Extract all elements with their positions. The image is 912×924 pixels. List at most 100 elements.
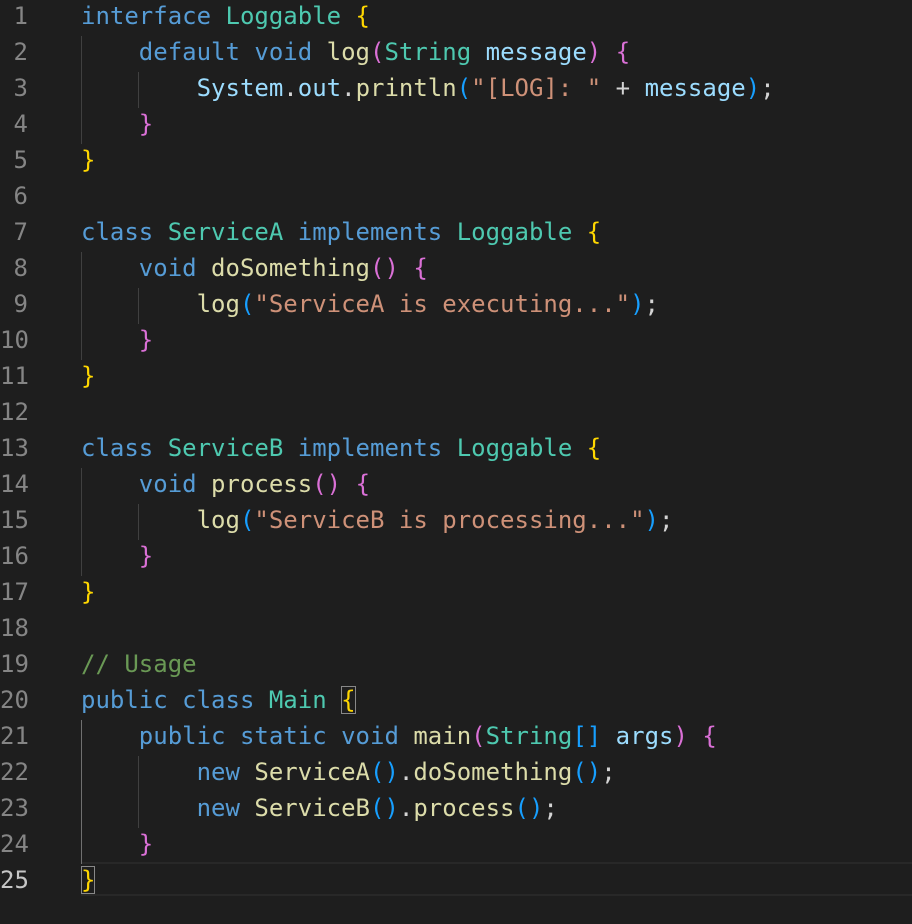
code-line[interactable]: 24 } [0,826,912,862]
code-line[interactable]: 6 [0,178,912,214]
code-line[interactable]: 5} [0,142,912,178]
line-number: 12 [0,398,29,426]
code-token: . [398,794,414,822]
line-code: log("ServiceA is executing..."); [81,286,659,322]
code-token: ; [659,506,674,534]
code-token: [] [572,722,602,750]
code-token: Main [268,686,327,714]
code-token: { [615,38,631,66]
code-line[interactable]: 19 // Usage [0,646,912,682]
line-number: 5 [13,146,28,174]
line-number: 14 [0,470,29,498]
code-token: ( [239,506,255,534]
line-code: } [81,574,95,610]
code-line[interactable]: 8 void doSomething() { [0,250,912,286]
code-token: ( [370,38,385,66]
line-code: } [81,538,153,574]
line-number: 19 [0,650,29,678]
line-code: log("ServiceB is processing..."); [81,502,674,538]
code-token: ) [586,38,602,66]
code-token: ) [644,506,659,534]
code-token: . [283,74,298,102]
code-line[interactable]: 14 void process() { [0,466,912,502]
line-code: } [81,142,95,178]
code-token: ServiceA [167,218,284,246]
code-token: () [370,758,399,786]
code-token: class [182,686,255,714]
code-line[interactable]: 12 [0,394,912,430]
code-token: doSomething [413,758,573,786]
code-line[interactable]: 1 interface Loggable { [0,0,912,34]
line-code: class ServiceB implements Loggable { [81,430,601,466]
code-token: System [196,74,284,102]
code-token: () [370,794,399,822]
code-token: ServiceA [254,758,370,786]
code-line[interactable]: 23 new ServiceB().process(); [0,790,912,826]
code-token: void [138,470,197,498]
code-line[interactable]: 13 class ServiceB implements Loggable { [0,430,912,466]
code-token: out [297,74,342,102]
code-token: () [312,470,342,498]
code-token: message [644,74,746,102]
code-token: String [485,722,573,750]
code-token: ( [456,74,472,102]
code-token: message [485,38,587,66]
code-line[interactable]: 22 new ServiceA().doSomething(); [0,754,912,790]
line-number: 10 [0,326,29,354]
code-line[interactable]: 3 System.out.println("[LOG]: " + message… [0,70,912,106]
line-number: 11 [0,362,29,390]
code-token: Loggable [456,218,573,246]
code-line[interactable]: 11} [0,358,912,394]
code-token: } [81,146,96,174]
code-line[interactable]: 10 } [0,322,912,358]
line-number: 8 [13,254,28,282]
line-code: } [81,826,153,862]
code-token: println [355,74,457,102]
code-line[interactable]: 9 log("ServiceA is executing..."); [0,286,912,322]
code-line[interactable]: 20 public class Main { [0,682,912,718]
code-line[interactable]: 4 } [0,106,912,142]
code-token: { [355,470,371,498]
code-token: void [138,254,197,282]
code-line[interactable]: 15 log("ServiceB is processing..."); [0,502,912,538]
code-line[interactable]: 2 default void log(String message) { [0,34,912,70]
line-code: } [81,862,96,898]
code-token: ( [239,290,255,318]
matched-bracket: } [81,866,96,894]
code-token: interface [81,2,212,30]
code-line[interactable]: 7 class ServiceA implements Loggable { [0,214,912,250]
line-code: } [81,358,95,394]
code-line[interactable]: 21 public static void main(String[] args… [0,718,912,754]
code-token: "ServiceB is processing..." [254,506,645,534]
line-number: 24 [0,830,29,858]
line-number: 15 [0,506,29,534]
line-number: 21 [0,722,29,750]
code-token: } [138,326,154,354]
code-token: ) [630,290,645,318]
code-token: void [254,38,313,66]
line-number: 1 [13,2,28,30]
code-token: class [81,218,154,246]
code-line[interactable]: 18 [0,610,912,646]
line-code: new ServiceA().doSomething(); [81,754,616,790]
code-editor[interactable]: 1 interface Loggable {2 default void log(… [0,0,912,924]
code-line[interactable]: 16 } [0,538,912,574]
code-line[interactable]: 25} [0,862,912,898]
code-token: ; [543,794,558,822]
code-token: static [239,722,327,750]
code-line[interactable]: 17} [0,574,912,610]
line-number: 3 [13,74,28,102]
code-token: public [138,722,226,750]
code-token: public [81,686,168,714]
